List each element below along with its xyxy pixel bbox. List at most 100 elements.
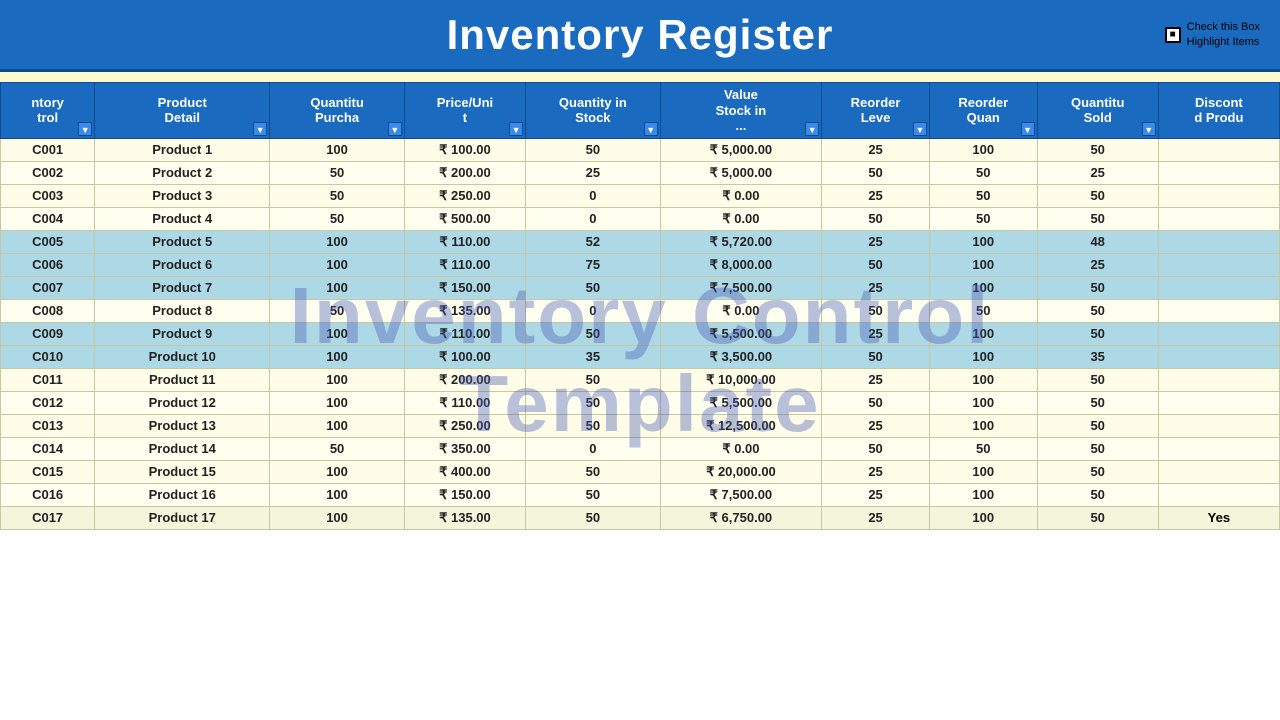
- cell-product_detail: Product 13: [95, 414, 270, 437]
- cell-qty_purchased: 100: [270, 322, 405, 345]
- dropdown-reorder-level[interactable]: ▼: [913, 122, 927, 136]
- cell-qty_sold: 50: [1037, 276, 1158, 299]
- dropdown-qty-purchased[interactable]: ▼: [388, 122, 402, 136]
- table-row: C013Product 13100₹ 250.0050₹ 12,500.0025…: [1, 414, 1280, 437]
- cell-reorder_qty: 100: [929, 230, 1037, 253]
- cell-reorder_qty: 50: [929, 161, 1037, 184]
- cell-inventory_control: C008: [1, 299, 95, 322]
- cell-reorder_level: 50: [822, 299, 930, 322]
- cell-inventory_control: C010: [1, 345, 95, 368]
- cell-inventory_control: C006: [1, 253, 95, 276]
- dropdown-inventory[interactable]: ▼: [78, 122, 92, 136]
- cell-reorder_level: 25: [822, 230, 930, 253]
- cell-price_unit: ₹ 110.00: [404, 391, 525, 414]
- cell-qty_in_stock: 52: [526, 230, 661, 253]
- header: Inventory Register ■ Check this BoxHighl…: [0, 0, 1280, 72]
- cell-reorder_level: 25: [822, 322, 930, 345]
- cell-price_unit: ₹ 400.00: [404, 460, 525, 483]
- cell-product_detail: Product 7: [95, 276, 270, 299]
- table-row: C017Product 17100₹ 135.0050₹ 6,750.00251…: [1, 506, 1280, 529]
- cell-price_unit: ₹ 110.00: [404, 322, 525, 345]
- cell-reorder_level: 50: [822, 207, 930, 230]
- cell-qty_purchased: 100: [270, 253, 405, 276]
- table-row: C005Product 5100₹ 110.0052₹ 5,720.002510…: [1, 230, 1280, 253]
- cell-reorder_qty: 100: [929, 322, 1037, 345]
- cell-qty_sold: 50: [1037, 437, 1158, 460]
- cell-discontinued: [1158, 483, 1279, 506]
- cell-inventory_control: C011: [1, 368, 95, 391]
- cell-value_stock: ₹ 5,500.00: [660, 391, 822, 414]
- cell-qty_sold: 50: [1037, 391, 1158, 414]
- cell-product_detail: Product 12: [95, 391, 270, 414]
- cell-reorder_level: 25: [822, 184, 930, 207]
- cell-reorder_qty: 100: [929, 506, 1037, 529]
- cell-qty_purchased: 100: [270, 276, 405, 299]
- table-row: C009Product 9100₹ 110.0050₹ 5,500.002510…: [1, 322, 1280, 345]
- cell-qty_in_stock: 50: [526, 506, 661, 529]
- cell-inventory_control: C003: [1, 184, 95, 207]
- col-header-reorder-level: ReorderLeve ▼: [822, 83, 930, 139]
- cell-product_detail: Product 4: [95, 207, 270, 230]
- highlight-checkbox[interactable]: ■: [1165, 27, 1181, 43]
- cell-value_stock: ₹ 0.00: [660, 437, 822, 460]
- cell-value_stock: ₹ 0.00: [660, 299, 822, 322]
- col-header-price-unit: Price/Unit ▼: [404, 83, 525, 139]
- table-row: C012Product 12100₹ 110.0050₹ 5,500.00501…: [1, 391, 1280, 414]
- cell-inventory_control: C014: [1, 437, 95, 460]
- cell-qty_sold: 50: [1037, 184, 1158, 207]
- cell-qty_in_stock: 75: [526, 253, 661, 276]
- dropdown-product-detail[interactable]: ▼: [253, 122, 267, 136]
- cell-qty_in_stock: 50: [526, 138, 661, 161]
- cell-value_stock: ₹ 6,750.00: [660, 506, 822, 529]
- cell-qty_purchased: 100: [270, 391, 405, 414]
- cell-reorder_level: 50: [822, 345, 930, 368]
- highlight-checkbox-container[interactable]: ■ Check this BoxHighlight Items: [1165, 20, 1260, 49]
- cell-reorder_level: 25: [822, 483, 930, 506]
- dropdown-value-stock[interactable]: ▼: [805, 122, 819, 136]
- cell-qty_sold: 50: [1037, 368, 1158, 391]
- cell-value_stock: ₹ 5,720.00: [660, 230, 822, 253]
- dropdown-qty-sold[interactable]: ▼: [1142, 122, 1156, 136]
- dropdown-price-unit[interactable]: ▼: [509, 122, 523, 136]
- cell-qty_in_stock: 50: [526, 391, 661, 414]
- cell-reorder_qty: 100: [929, 253, 1037, 276]
- cell-qty_sold: 25: [1037, 253, 1158, 276]
- cell-inventory_control: C017: [1, 506, 95, 529]
- cell-qty_sold: 25: [1037, 161, 1158, 184]
- cell-qty_purchased: 50: [270, 437, 405, 460]
- col-header-value-stock: ValueStock in... ▼: [660, 83, 822, 139]
- dropdown-qty-stock[interactable]: ▼: [644, 122, 658, 136]
- cell-qty_in_stock: 50: [526, 322, 661, 345]
- cell-price_unit: ₹ 200.00: [404, 161, 525, 184]
- cell-qty_in_stock: 50: [526, 414, 661, 437]
- table-row: C010Product 10100₹ 100.0035₹ 3,500.00501…: [1, 345, 1280, 368]
- cell-qty_sold: 50: [1037, 322, 1158, 345]
- table-row: C015Product 15100₹ 400.0050₹ 20,000.0025…: [1, 460, 1280, 483]
- table-row: C001Product 1100₹ 100.0050₹ 5,000.002510…: [1, 138, 1280, 161]
- col-header-reorder-qty: ReorderQuan ▼: [929, 83, 1037, 139]
- cell-discontinued: [1158, 161, 1279, 184]
- cell-price_unit: ₹ 350.00: [404, 437, 525, 460]
- cell-inventory_control: C016: [1, 483, 95, 506]
- cell-discontinued: [1158, 184, 1279, 207]
- cell-inventory_control: C013: [1, 414, 95, 437]
- cell-value_stock: ₹ 0.00: [660, 184, 822, 207]
- col-header-qty-sold: QuantituSold ▼: [1037, 83, 1158, 139]
- cell-value_stock: ₹ 5,500.00: [660, 322, 822, 345]
- cell-reorder_qty: 50: [929, 437, 1037, 460]
- cell-reorder_level: 50: [822, 161, 930, 184]
- cell-discontinued: [1158, 230, 1279, 253]
- cell-product_detail: Product 10: [95, 345, 270, 368]
- cell-price_unit: ₹ 250.00: [404, 414, 525, 437]
- inventory-table: ntorytrol ▼ ProductDetail ▼ QuantituPurc…: [0, 82, 1280, 530]
- cell-qty_purchased: 100: [270, 460, 405, 483]
- cell-qty_purchased: 100: [270, 138, 405, 161]
- cell-price_unit: ₹ 110.00: [404, 230, 525, 253]
- dropdown-reorder-qty[interactable]: ▼: [1021, 122, 1035, 136]
- cell-value_stock: ₹ 5,000.00: [660, 161, 822, 184]
- cell-discontinued: [1158, 138, 1279, 161]
- cell-inventory_control: C009: [1, 322, 95, 345]
- cell-discontinued: [1158, 322, 1279, 345]
- col-header-inventory: ntorytrol ▼: [1, 83, 95, 139]
- cell-qty_purchased: 100: [270, 414, 405, 437]
